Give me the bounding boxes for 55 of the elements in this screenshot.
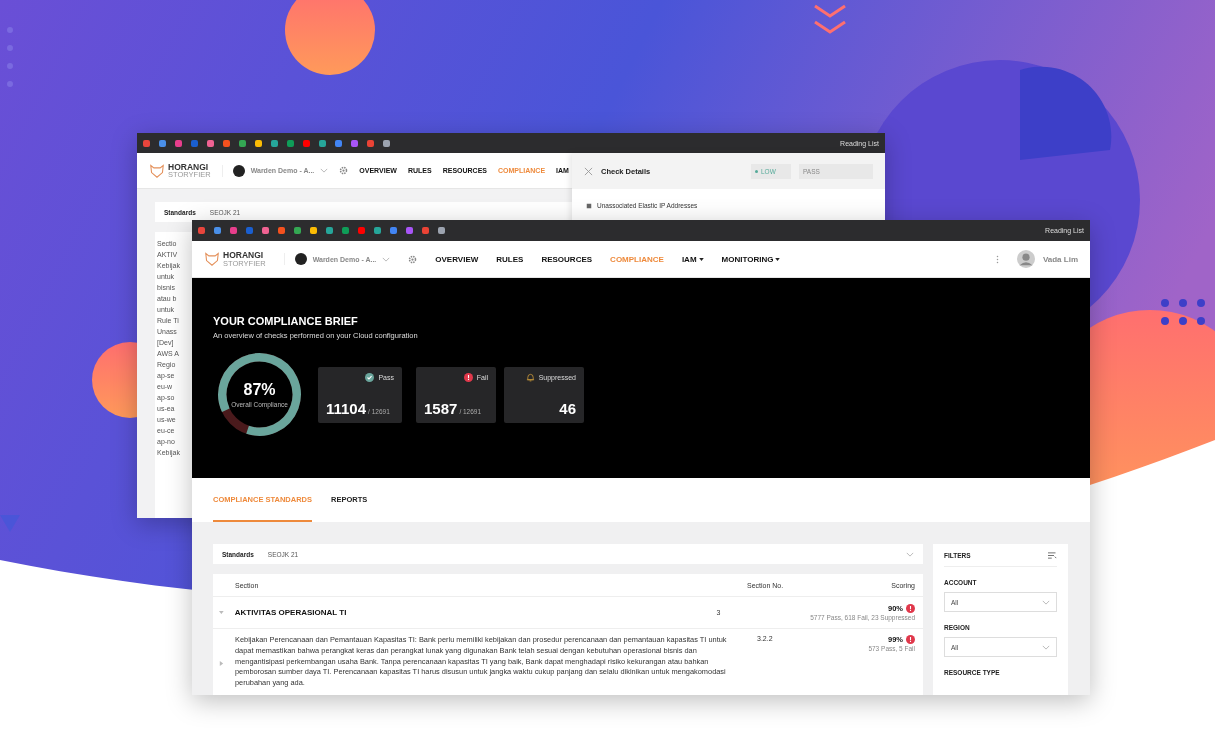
logo-name: HORANGI xyxy=(168,162,210,171)
bookmark-icon[interactable] xyxy=(287,139,294,147)
bookmark-icon[interactable] xyxy=(303,139,310,147)
stat-value: 11104 xyxy=(326,399,367,417)
tiger-head-icon xyxy=(149,163,165,178)
check-icon xyxy=(365,372,375,382)
nav-link[interactable]: RESOURCES xyxy=(541,254,593,264)
nav-link[interactable]: RULES xyxy=(496,254,524,264)
chevron-down-icon[interactable] xyxy=(1042,599,1050,605)
stat-value: 1587 xyxy=(424,399,458,417)
dot-grid xyxy=(1161,299,1205,325)
bookmark-icon[interactable] xyxy=(351,139,358,147)
compliance-value: 87% xyxy=(243,381,276,399)
chevron-shape xyxy=(813,4,847,34)
nav-link[interactable]: MONITORING xyxy=(721,254,781,264)
dot-grid xyxy=(7,27,13,87)
bookmark-icon[interactable] xyxy=(223,139,230,147)
alert-icon xyxy=(906,604,915,613)
bookmark-icon[interactable] xyxy=(271,139,278,147)
alert-icon xyxy=(463,372,473,382)
nav-link[interactable]: OVERVIEW xyxy=(435,254,479,264)
filter-list-icon[interactable] xyxy=(1048,551,1057,559)
chevron-down-icon[interactable] xyxy=(1042,644,1050,650)
bookmark-icon[interactable] xyxy=(143,139,150,147)
bookmark-icon[interactable] xyxy=(239,139,246,147)
chevron-down-icon[interactable] xyxy=(320,168,329,173)
bookmark-icon[interactable] xyxy=(383,139,390,147)
alert-icon xyxy=(906,635,915,644)
caret-down-icon[interactable] xyxy=(698,257,704,261)
bookmark-icon[interactable] xyxy=(310,227,317,234)
close-icon[interactable] xyxy=(584,166,593,176)
chevron-down-icon[interactable] xyxy=(906,551,914,557)
bookmark-icon[interactable] xyxy=(367,139,374,147)
bookmark-icon[interactable] xyxy=(319,139,326,147)
caret-down-icon[interactable] xyxy=(775,257,781,261)
bookmark-icon[interactable] xyxy=(335,139,342,147)
nav-link[interactable]: IAM xyxy=(681,254,704,264)
settings-icon[interactable] xyxy=(408,254,418,264)
tiger-head-icon xyxy=(204,252,220,266)
table-cell-text: AKTIVITAS OPERASIONAL TI xyxy=(234,608,348,617)
bookmark-icon[interactable] xyxy=(207,139,214,147)
bookmark-icon[interactable] xyxy=(159,139,166,147)
account-avatar-icon xyxy=(294,253,307,265)
bell-icon xyxy=(525,372,535,382)
user-name[interactable]: Vada Lim xyxy=(1042,254,1078,264)
bookmark-icon[interactable] xyxy=(175,139,182,147)
settings-icon[interactable] xyxy=(339,166,349,175)
account-avatar-icon xyxy=(232,164,245,177)
logo-name: HORANGI xyxy=(223,251,265,260)
user-avatar-icon[interactable] xyxy=(1016,250,1035,268)
bookmark-icon[interactable] xyxy=(255,139,262,147)
caret-right-icon[interactable] xyxy=(219,661,224,666)
brief-title: YOUR COMPLIANCE BRIEF xyxy=(213,315,359,327)
chevron-down-icon[interactable] xyxy=(382,256,391,262)
stat-value: 46 xyxy=(559,399,576,417)
